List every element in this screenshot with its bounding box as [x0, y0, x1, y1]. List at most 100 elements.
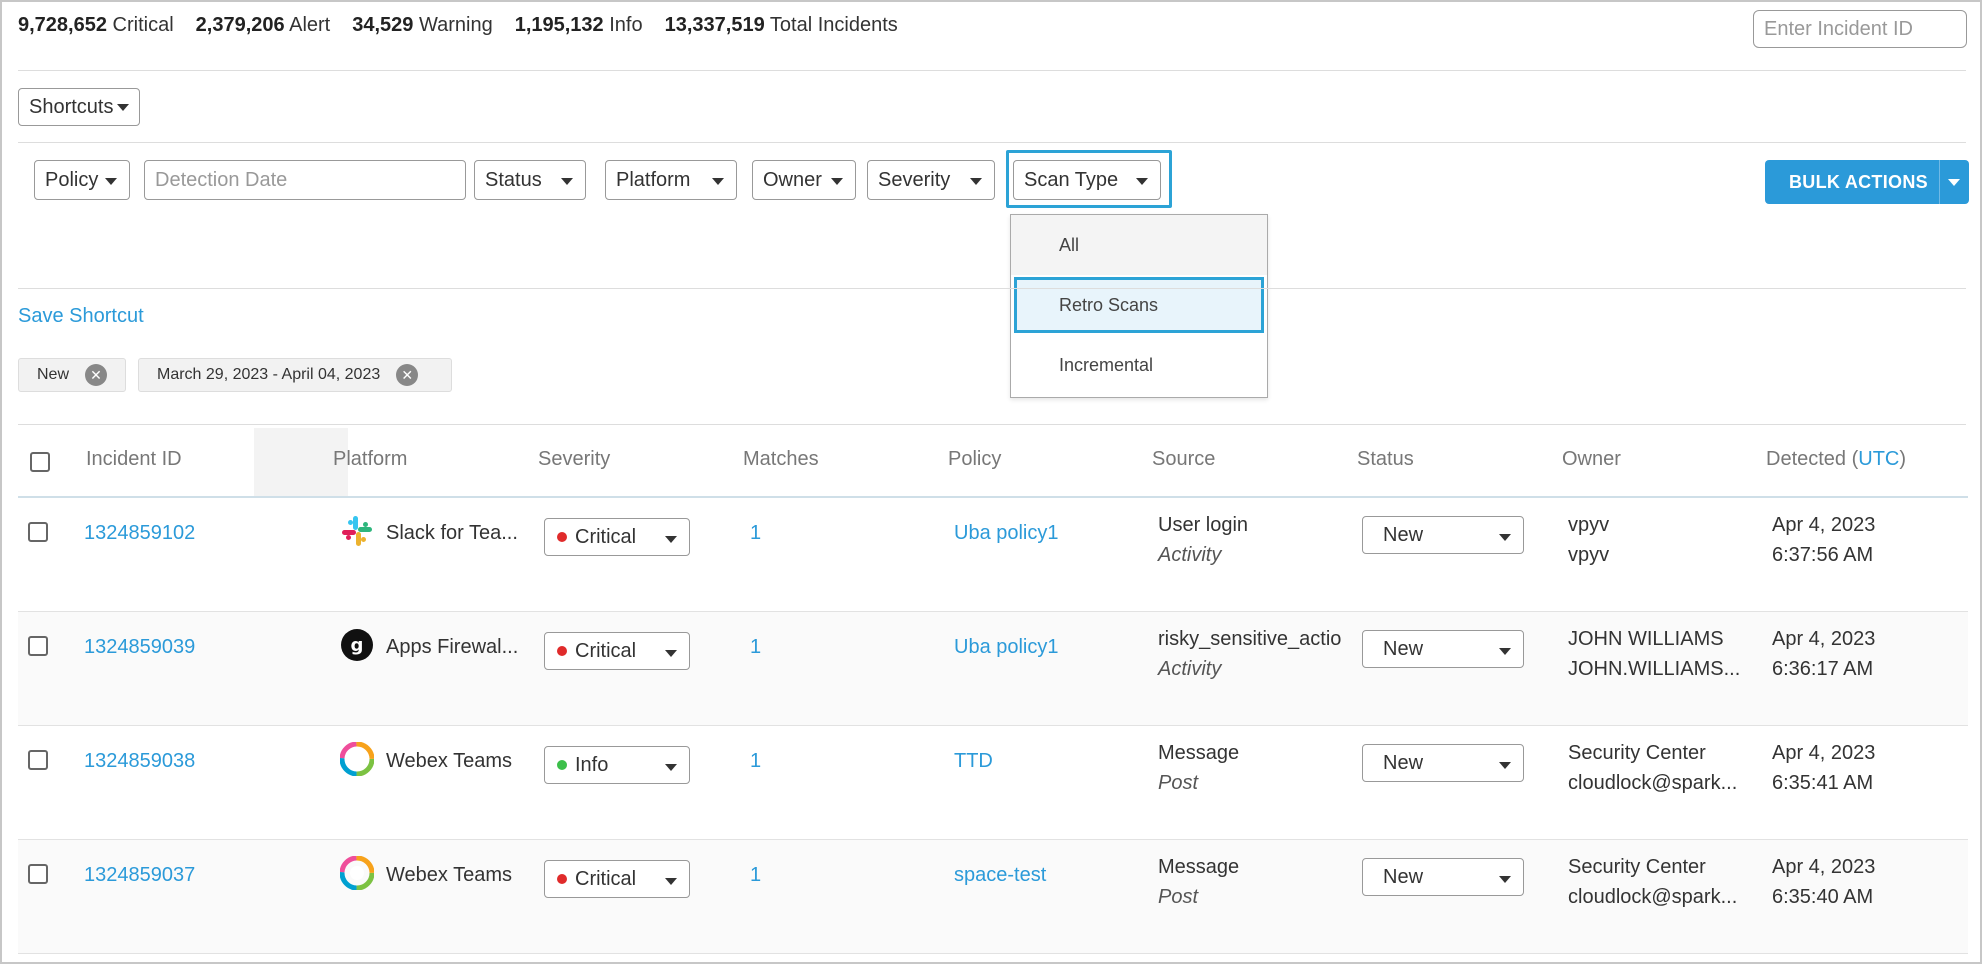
- row-checkbox[interactable]: [28, 636, 48, 656]
- info-summary[interactable]: 1,195,132 Info: [515, 14, 643, 37]
- header-platform[interactable]: Platform: [333, 448, 407, 471]
- critical-summary[interactable]: 9,728,652 Critical: [18, 14, 174, 37]
- scan-type-option-retro-scans[interactable]: Retro Scans: [1014, 277, 1264, 333]
- divider: [18, 142, 1966, 143]
- caret-down-icon: [561, 178, 573, 185]
- scan-type-menu: All Retro Scans Incremental: [1010, 214, 1268, 398]
- utc-toggle-link[interactable]: UTC: [1858, 448, 1899, 470]
- table-row[interactable]: 1324859038 Webex Teams Info 1 TTD Messag…: [18, 726, 1968, 840]
- status-filter-dropdown[interactable]: Status: [474, 160, 586, 200]
- incident-id-link[interactable]: 1324859039: [84, 636, 195, 659]
- severity-dot: [557, 532, 567, 542]
- platform-name: Apps Firewal...: [386, 636, 519, 658]
- scan-type-option-incremental[interactable]: Incremental: [1011, 335, 1267, 395]
- source-type: Post: [1158, 772, 1199, 794]
- detected-time: 6:37:56 AM: [1772, 544, 1874, 566]
- owner-email: vpyv: [1568, 544, 1610, 566]
- policy-link[interactable]: TTD: [954, 750, 993, 773]
- caret-down-icon: [1499, 876, 1511, 883]
- policy-link[interactable]: space-test: [954, 864, 1046, 887]
- severity-dot: [557, 760, 567, 770]
- table-header: Incident ID Platform Severity Matches Po…: [18, 428, 1968, 498]
- caret-down-icon: [970, 178, 982, 185]
- detected-date: Apr 4, 2023: [1772, 856, 1876, 878]
- incident-id-link[interactable]: 1324859038: [84, 750, 195, 773]
- svg-text:g: g: [351, 635, 364, 656]
- apps-firewall-icon: g: [341, 629, 373, 661]
- header-detected[interactable]: Detected (UTC): [1766, 448, 1906, 471]
- header-severity[interactable]: Severity: [538, 448, 610, 471]
- platform-name: Slack for Tea...: [386, 522, 518, 544]
- source-type: Activity: [1158, 544, 1222, 566]
- detected-date: Apr 4, 2023: [1772, 514, 1876, 536]
- status-dropdown[interactable]: New: [1362, 744, 1524, 782]
- severity-dropdown[interactable]: Info: [544, 746, 690, 784]
- header-incident-id[interactable]: Incident ID: [86, 448, 182, 471]
- caret-down-icon: [1499, 762, 1511, 769]
- scan-type-option-all[interactable]: All: [1011, 215, 1267, 275]
- incident-summary: 9,728,652 Critical 2,379,206 Alert 34,52…: [18, 14, 898, 37]
- header-source[interactable]: Source: [1152, 448, 1215, 471]
- policy-link[interactable]: Uba policy1: [954, 636, 1059, 659]
- remove-chip-icon[interactable]: ✕: [85, 364, 108, 386]
- caret-down-icon: [665, 878, 677, 885]
- scan-type-filter-dropdown[interactable]: Scan Type: [1013, 160, 1161, 200]
- platform-name: Webex Teams: [386, 864, 512, 886]
- caret-down-icon: [665, 764, 677, 771]
- source-type: Activity: [1158, 658, 1222, 680]
- shortcuts-dropdown[interactable]: Shortcuts: [18, 88, 141, 126]
- owner-filter-dropdown[interactable]: Owner: [752, 160, 856, 200]
- row-checkbox[interactable]: [28, 750, 48, 770]
- policy-link[interactable]: Uba policy1: [954, 522, 1059, 545]
- matches-link[interactable]: 1: [750, 864, 761, 887]
- severity-dot: [557, 646, 567, 656]
- save-shortcut-link[interactable]: Save Shortcut: [18, 305, 144, 328]
- matches-link[interactable]: 1: [750, 522, 761, 545]
- table-row[interactable]: 1324859037 Webex Teams Critical 1 space-…: [18, 840, 1968, 954]
- incident-id-link[interactable]: 1324859102: [84, 522, 195, 545]
- platform-filter-dropdown[interactable]: Platform: [605, 160, 737, 200]
- severity-dropdown[interactable]: Critical: [544, 860, 690, 898]
- matches-link[interactable]: 1: [750, 636, 761, 659]
- status-dropdown[interactable]: New: [1362, 516, 1524, 554]
- owner-email: cloudlock@spark...: [1568, 772, 1738, 794]
- filter-chip-date: March 29, 2023 - April 04, 2023 ✕: [138, 358, 452, 392]
- source-name: Message: [1158, 856, 1240, 878]
- row-checkbox[interactable]: [28, 864, 48, 884]
- severity-dropdown[interactable]: Critical: [544, 632, 690, 670]
- severity-filter-dropdown[interactable]: Severity: [867, 160, 995, 200]
- alert-summary[interactable]: 2,379,206 Alert: [196, 14, 331, 37]
- warning-summary[interactable]: 34,529 Warning: [352, 14, 492, 37]
- owner-name: vpyv: [1568, 514, 1610, 536]
- severity-dropdown[interactable]: Critical: [544, 518, 690, 556]
- source-name: User login: [1158, 514, 1249, 536]
- detected-date: Apr 4, 2023: [1772, 742, 1876, 764]
- caret-down-icon: [1499, 534, 1511, 541]
- bulk-actions-button[interactable]: BULK ACTIONS: [1765, 160, 1969, 204]
- policy-filter-dropdown[interactable]: Policy: [34, 160, 130, 200]
- bulk-actions-caret-icon[interactable]: [1948, 178, 1960, 186]
- header-status[interactable]: Status: [1357, 448, 1414, 471]
- divider: [18, 424, 1966, 425]
- detected-date: Apr 4, 2023: [1772, 628, 1876, 650]
- header-matches[interactable]: Matches: [743, 448, 819, 471]
- divider: [18, 70, 1966, 71]
- source-name: Message: [1158, 742, 1240, 764]
- status-dropdown[interactable]: New: [1362, 630, 1524, 668]
- row-checkbox[interactable]: [28, 522, 48, 542]
- incident-id-link[interactable]: 1324859037: [84, 864, 195, 887]
- table-row[interactable]: 1324859102 Slack for Tea... Critical 1 U…: [18, 498, 1968, 612]
- header-policy[interactable]: Policy: [948, 448, 1001, 471]
- status-dropdown[interactable]: New: [1362, 858, 1524, 896]
- total-summary[interactable]: 13,337,519 Total Incidents: [665, 14, 898, 37]
- remove-chip-icon[interactable]: ✕: [396, 364, 419, 386]
- detection-date-input[interactable]: [144, 160, 466, 200]
- select-all-checkbox[interactable]: [30, 452, 50, 472]
- webex-icon: [340, 856, 374, 890]
- webex-icon: [340, 742, 374, 776]
- platform-name: Webex Teams: [386, 750, 512, 772]
- header-owner[interactable]: Owner: [1562, 448, 1621, 471]
- incident-id-search-input[interactable]: [1753, 10, 1967, 48]
- matches-link[interactable]: 1: [750, 750, 761, 773]
- table-row[interactable]: 1324859039 g Apps Firewal... Critical 1 …: [18, 612, 1968, 726]
